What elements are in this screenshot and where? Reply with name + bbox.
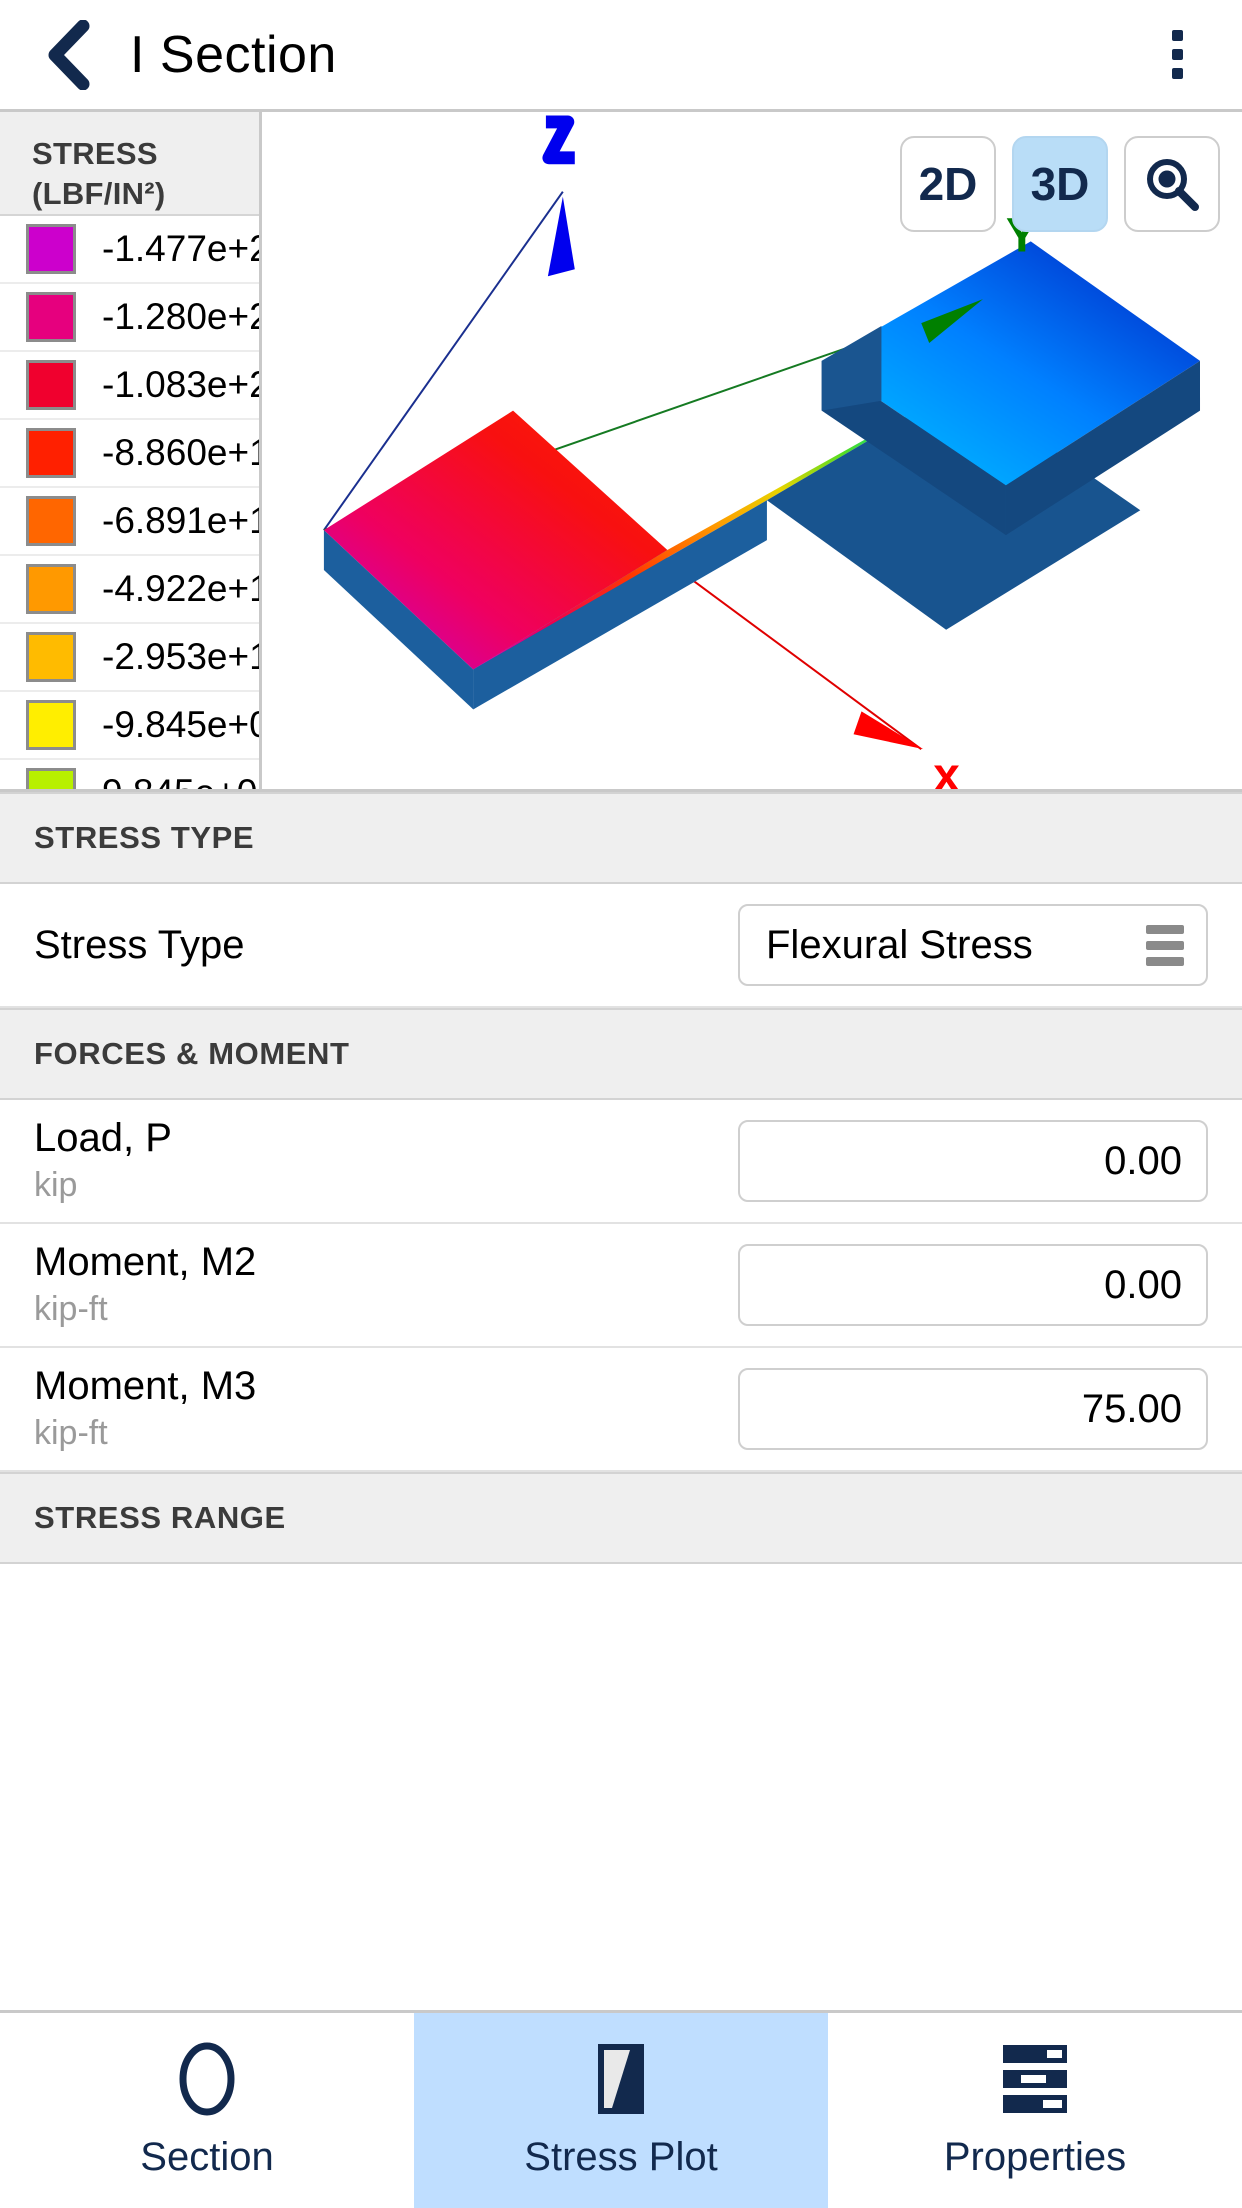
legend-row: -4.922e+1 xyxy=(0,556,259,624)
legend-row: -9.845e+0 xyxy=(0,692,259,760)
legend-row: -6.891e+1 xyxy=(0,488,259,556)
bottom-flange-top-face xyxy=(323,410,668,670)
back-button[interactable] xyxy=(36,19,100,90)
tab-properties[interactable]: Properties xyxy=(828,2013,1242,2208)
legend-color-swatch xyxy=(26,292,76,342)
tab-stress-plot-label: Stress Plot xyxy=(524,2135,718,2179)
legend-color-swatch xyxy=(26,564,76,614)
legend-title-line2: (LBF/IN²) xyxy=(32,175,166,211)
model-viewport[interactable]: 2D 3D Y x xyxy=(262,112,1242,789)
row-label-group: Stress Type xyxy=(34,923,738,968)
row-label-group: Moment, M2 kip-ft xyxy=(34,1240,738,1330)
legend-row: -1.083e+2 xyxy=(0,352,259,420)
section-header-label: STRESS RANGE xyxy=(34,1500,286,1535)
settings-row[interactable]: Load, P kip 0.00 xyxy=(0,1100,1242,1224)
top-flange-notch xyxy=(821,326,882,411)
tab-section-label: Section xyxy=(140,2135,274,2179)
section-header-label: FORCES & MOMENT xyxy=(34,1036,350,1071)
value-input[interactable]: 75.00 xyxy=(738,1368,1208,1450)
row-label: Moment, M3 xyxy=(34,1364,257,1409)
value-input[interactable]: 0.00 xyxy=(738,1244,1208,1326)
axis-x-label: x xyxy=(933,749,960,789)
axis-x-line xyxy=(691,579,922,750)
axis-x-arrow xyxy=(853,711,924,750)
section-ellipse-icon xyxy=(176,2041,238,2117)
zoom-button[interactable] xyxy=(1124,136,1220,232)
legend-value: -9.845e+0 xyxy=(102,704,262,745)
page-title: I Section xyxy=(130,25,337,84)
magnifier-icon xyxy=(1147,159,1199,211)
row-label-group: Moment, M3 kip-ft xyxy=(34,1364,738,1454)
legend-color-swatch xyxy=(26,428,76,478)
legend-color-swatch xyxy=(26,700,76,750)
settings-row[interactable]: Moment, M2 kip-ft 0.00 xyxy=(0,1224,1242,1348)
tab-section[interactable]: Section xyxy=(0,2013,414,2208)
stress-legend[interactable]: STRESS (LBF/IN²) -1.477e+2 -1.280e+2 -1.08… xyxy=(0,112,262,789)
section-header: FORCES & MOMENT xyxy=(0,1008,1242,1100)
stress-plot-area: STRESS (LBF/IN²) -1.477e+2 -1.280e+2 -1.08… xyxy=(0,112,1242,792)
row-unit: kip xyxy=(34,1166,78,1204)
tab-stress-plot[interactable]: Stress Plot xyxy=(414,2013,828,2208)
app-header: I Section xyxy=(0,0,1242,112)
legend-row: -1.280e+2 xyxy=(0,284,259,352)
chevron-left-icon xyxy=(48,19,90,90)
legend-value: -1.083e+2 xyxy=(102,364,262,405)
legend-header: STRESS (LBF/IN²) xyxy=(0,112,259,216)
section-header: STRESS RANGE xyxy=(0,1472,1242,1564)
legend-value: -8.860e+1 xyxy=(102,432,262,473)
legend-row: -2.953e+1 xyxy=(0,624,259,692)
legend-value: -1.477e+2 xyxy=(102,228,262,269)
settings-list[interactable]: STRESS TYPE Stress Type Flexural Stress FOR… xyxy=(0,792,1242,2208)
settings-row[interactable]: Stress Type Flexural Stress xyxy=(0,884,1242,1008)
legend-row: 9.845e+0 xyxy=(0,760,259,789)
row-label: Stress Type xyxy=(34,922,245,967)
hamburger-icon xyxy=(1146,924,1184,966)
legend-color-swatch xyxy=(26,632,76,682)
bottom-tab-bar: Section Stress Plot Properties xyxy=(0,2010,1242,2208)
view-2d-button[interactable]: 2D xyxy=(900,136,996,232)
stress-type-select[interactable]: Flexural Stress xyxy=(738,904,1208,986)
legend-value: -6.891e+1 xyxy=(102,500,262,541)
axis-z-label xyxy=(542,115,575,165)
legend-title-line1: STRESS xyxy=(32,136,158,171)
properties-list-icon xyxy=(999,2041,1071,2117)
legend-value: -4.922e+1 xyxy=(102,568,262,609)
legend-color-swatch xyxy=(26,768,76,789)
legend-color-swatch xyxy=(26,360,76,410)
legend-color-swatch xyxy=(26,496,76,546)
section-header: STRESS TYPE xyxy=(0,792,1242,884)
stress-plot-icon xyxy=(592,2041,650,2117)
legend-value: -2.953e+1 xyxy=(102,636,262,677)
kebab-menu-icon xyxy=(1171,30,1183,41)
view-toggle-group: 2D 3D xyxy=(900,136,1220,232)
legend-row: -1.477e+2 xyxy=(0,216,259,284)
stress-type-value: Flexural Stress xyxy=(766,922,1033,967)
tab-properties-label: Properties xyxy=(943,2135,1127,2179)
value-input[interactable]: 0.00 xyxy=(738,1120,1208,1202)
row-unit: kip-ft xyxy=(34,1414,108,1452)
view-3d-button[interactable]: 3D xyxy=(1012,136,1108,232)
legend-color-swatch xyxy=(26,224,76,274)
row-label-group: Load, P kip xyxy=(34,1116,738,1206)
legend-list: -1.477e+2 -1.280e+2 -1.083e+2 -8.860e+1 -6.8… xyxy=(0,216,259,789)
app-screen: I Section STRESS (LBF/IN²) -1.477e+2 -1.2… xyxy=(0,0,1242,2208)
section-header-label: STRESS TYPE xyxy=(34,820,255,855)
row-label: Load, P xyxy=(34,1116,172,1161)
legend-value: -1.280e+2 xyxy=(102,296,262,337)
row-unit: kip-ft xyxy=(34,1290,108,1328)
legend-row: -8.860e+1 xyxy=(0,420,259,488)
settings-row[interactable]: Moment, M3 kip-ft 75.00 xyxy=(0,1348,1242,1472)
row-label: Moment, M2 xyxy=(34,1240,257,1285)
legend-value: 9.845e+0 xyxy=(102,772,257,789)
overflow-menu-button[interactable] xyxy=(1148,23,1206,87)
